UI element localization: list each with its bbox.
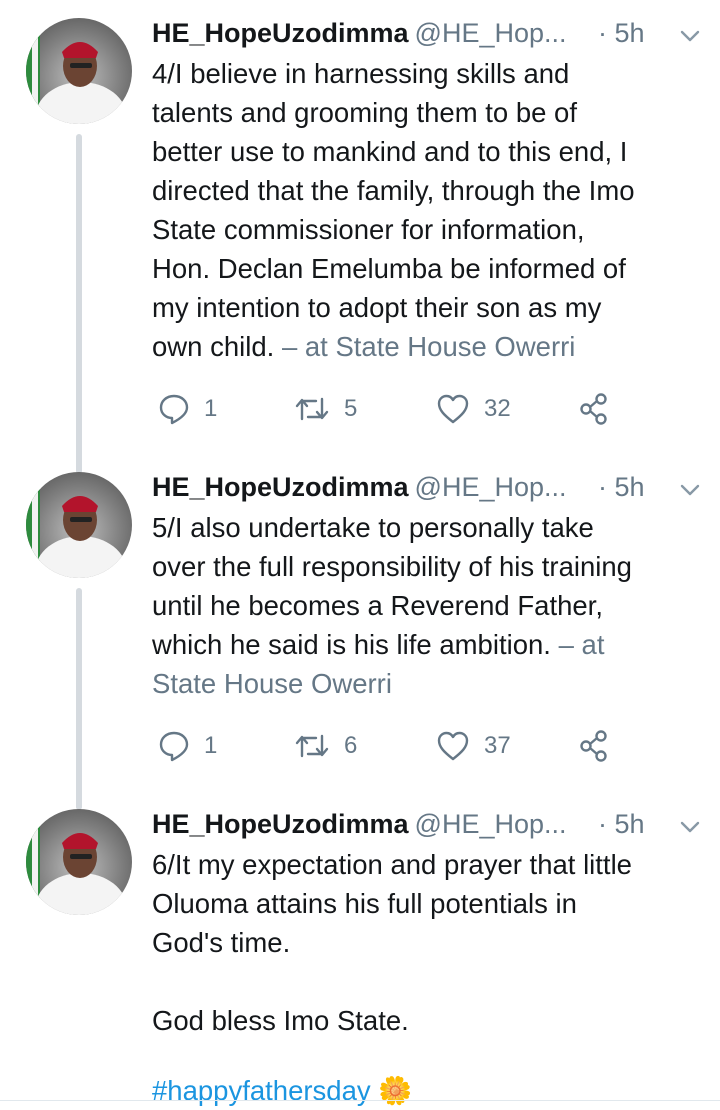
like-button[interactable]: 37 [436,726,511,766]
tweet-body: 4/I believe in harnessing skills and tal… [152,58,635,362]
hashtag-link[interactable]: #happyfathersday 🌼 [152,1075,413,1106]
retweet-icon [295,397,329,421]
username[interactable]: @HE_Hop... [415,809,567,839]
display-name[interactable]: HE_HopeUzodimma [152,809,409,839]
tweet-header: HE_HopeUzodimma @HE_Hop... · 5h [152,472,712,512]
avatar[interactable] [26,18,132,124]
location-link[interactable]: – at State House Owerri [282,331,575,362]
like-count: 32 [484,395,511,422]
share-button[interactable] [578,389,612,429]
reply-button[interactable]: 1 [158,389,217,429]
timestamp[interactable]: · 5h [598,18,645,49]
username[interactable]: @HE_Hop... [415,18,567,48]
retweet-button[interactable]: 6 [294,726,357,766]
tweet-actions: 1 6 37 [152,726,632,766]
retweet-count: 5 [344,395,358,422]
divider [0,1100,720,1101]
tweet-3[interactable]: HE_HopeUzodimma @HE_Hop... · 5h 6/It my e… [0,809,720,1106]
thread-line [76,134,82,474]
timestamp[interactable]: · 5h [598,472,645,503]
like-button[interactable]: 32 [436,389,511,429]
hashtag-line: #happyfathersday 🌼 [152,1071,707,1110]
reply-button[interactable]: 1 [158,726,217,766]
tweet-header: HE_HopeUzodimma @HE_Hop... · 5h [152,18,712,58]
tweet-text: 4/I believe in harnessing skills and tal… [152,54,707,366]
share-icon [580,730,607,762]
tweet-text: 5/I also undertake to personally take ov… [152,508,707,703]
display-name[interactable]: HE_HopeUzodimma [152,18,409,48]
timestamp[interactable]: · 5h [598,809,645,840]
tweet-1[interactable]: HE_HopeUzodimma @HE_Hop... · 5h 4/I belie… [0,18,720,474]
share-button[interactable] [578,726,612,766]
tweet-text: 6/It my expectation and prayer that litt… [152,845,707,1040]
share-icon [580,393,607,425]
reply-icon [159,394,189,425]
like-icon [437,394,469,424]
avatar[interactable] [26,472,132,578]
chevron-down-icon[interactable] [678,480,702,500]
chevron-down-icon[interactable] [678,817,702,837]
like-icon [437,731,469,761]
display-name[interactable]: HE_HopeUzodimma [152,472,409,502]
retweet-icon [295,734,329,758]
username[interactable]: @HE_Hop... [415,472,567,502]
tweet-body: 6/It my expectation and prayer that litt… [152,849,632,1036]
chevron-down-icon[interactable] [678,26,702,46]
avatar[interactable] [26,809,132,915]
retweet-button[interactable]: 5 [294,389,357,429]
tweet-header: HE_HopeUzodimma @HE_Hop... · 5h [152,809,712,849]
reply-icon [159,731,189,762]
like-count: 37 [484,732,511,759]
retweet-count: 6 [344,732,358,759]
reply-count: 1 [204,395,218,422]
tweet-2[interactable]: HE_HopeUzodimma @HE_Hop... · 5h 5/I also … [0,472,720,810]
tweet-actions: 1 5 32 [152,389,632,429]
reply-count: 1 [204,732,218,759]
thread-line [76,588,82,810]
